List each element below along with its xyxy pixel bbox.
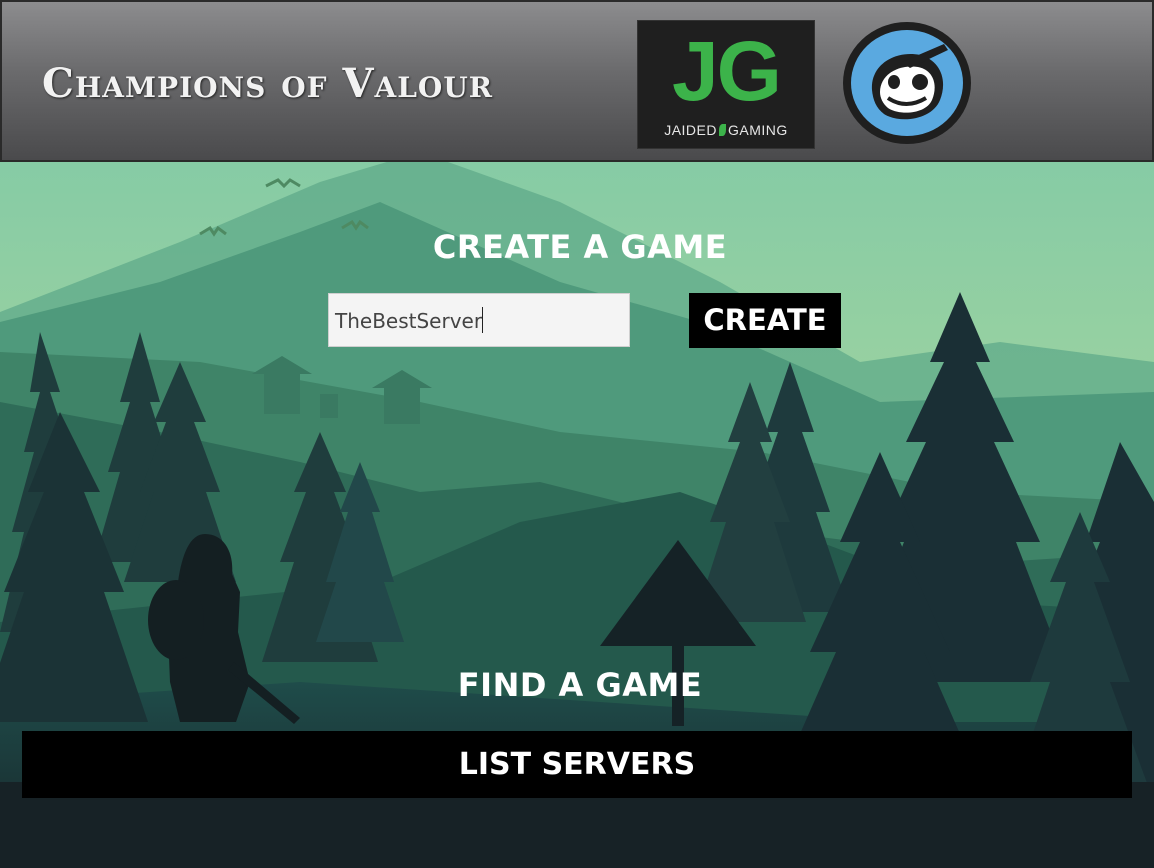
text-caret: [482, 307, 484, 333]
leaf-icon: [719, 124, 726, 136]
mascot-logo-icon: [843, 22, 971, 144]
jg-logo-letters: JG: [671, 24, 782, 118]
jaided-gaming-logo: JG JAIDED GAMING: [637, 20, 815, 149]
list-servers-button[interactable]: LIST SERVERS: [22, 731, 1132, 798]
create-game-heading: CREATE A GAME: [432, 228, 728, 266]
server-name-input[interactable]: TheBestServer: [328, 293, 630, 347]
game-header: Champions of Valour JG JAIDED GAMING: [0, 0, 1154, 162]
jg-logo-right-word: GAMING: [728, 122, 788, 138]
game-title: Champions of Valour: [42, 60, 494, 107]
jg-logo-left-word: JAIDED: [664, 122, 717, 138]
jg-logo-subtitle: JAIDED GAMING: [638, 122, 814, 138]
find-game-heading: FIND A GAME: [457, 666, 703, 704]
create-button[interactable]: CREATE: [689, 293, 841, 348]
server-name-value: TheBestServer: [335, 309, 483, 333]
